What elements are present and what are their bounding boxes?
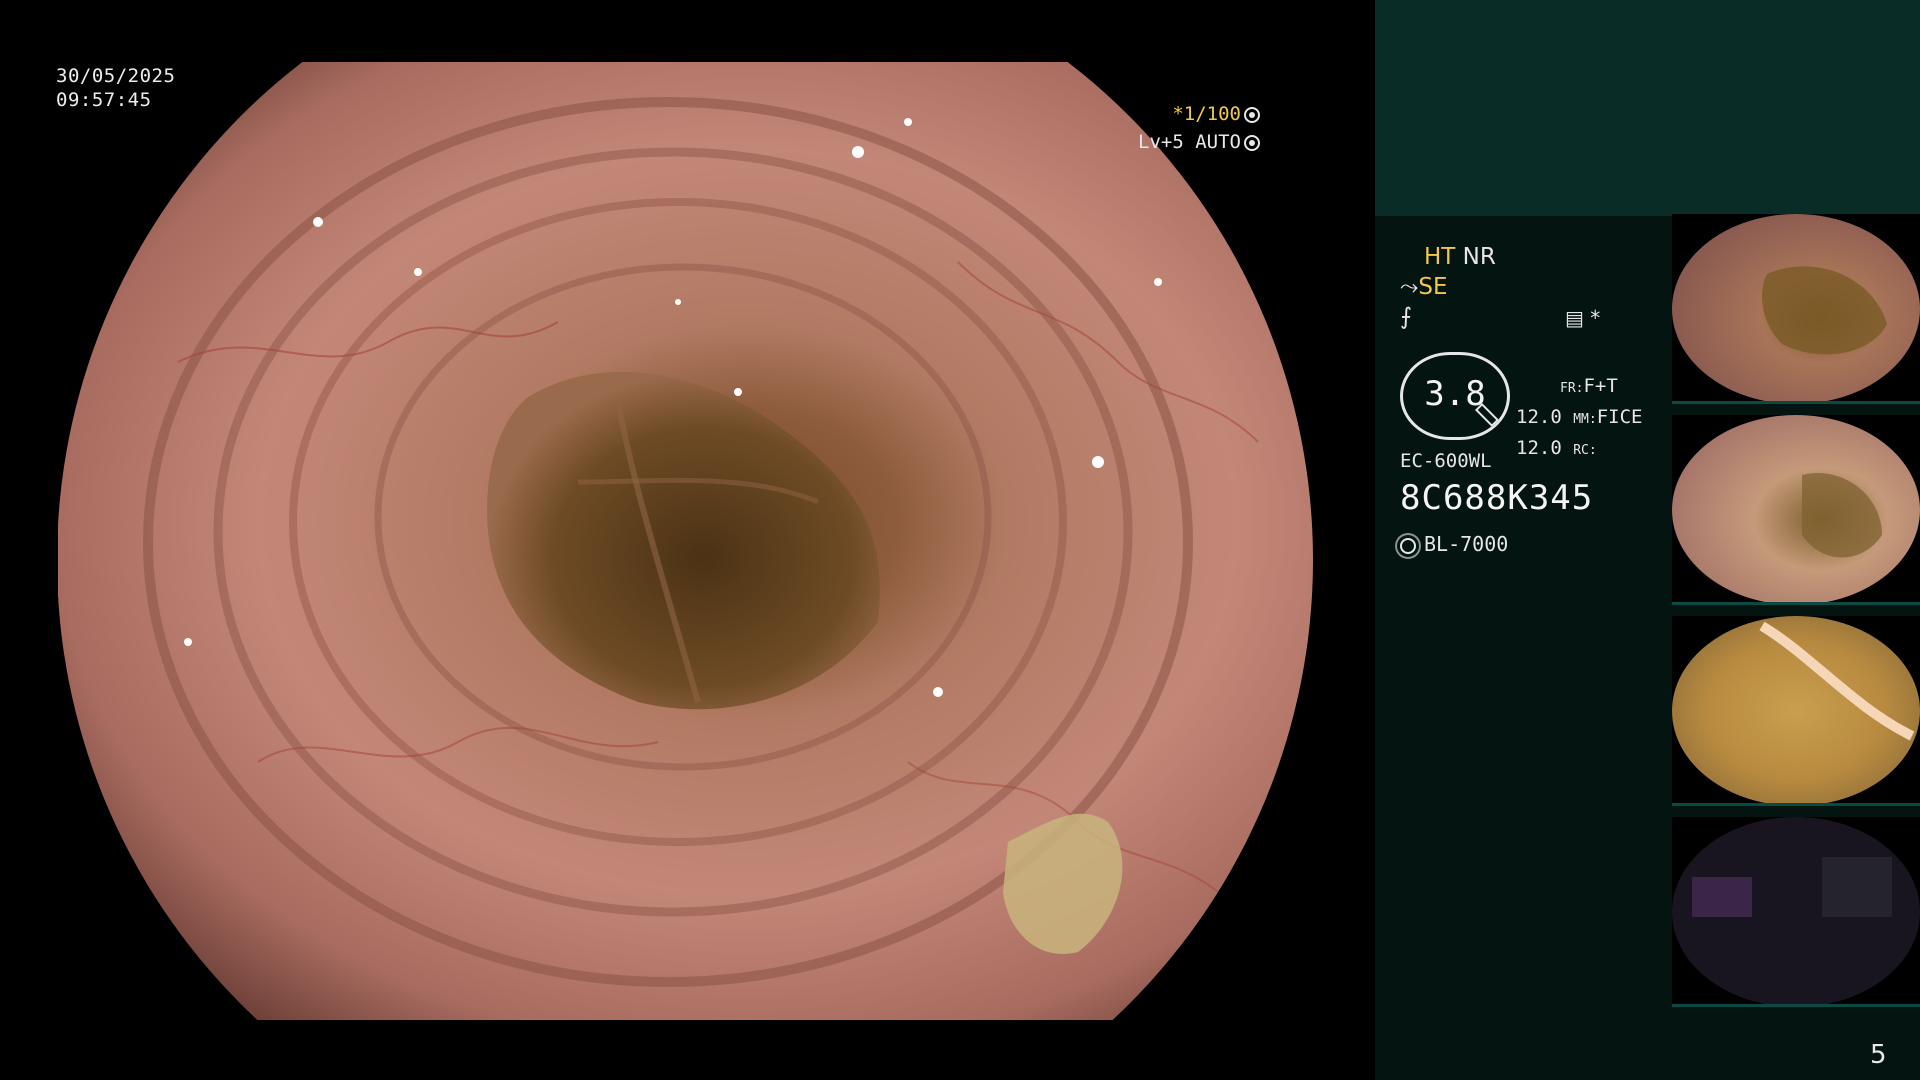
scope-icon: ⤳ — [1400, 274, 1419, 300]
ht-indicator: HT — [1424, 244, 1456, 270]
rc-label: RC: — [1573, 443, 1597, 458]
thumbnail-divider — [1672, 602, 1920, 605]
light-source-row: BL-7000 — [1400, 532, 1508, 556]
exposure-settings: *1/100 Lv+5 AUTO — [1138, 100, 1260, 156]
record-star: * — [1590, 306, 1601, 330]
thumbnail-divider — [1672, 401, 1920, 404]
shutter-icon — [1244, 107, 1260, 123]
bend-icon: ⨍ — [1400, 304, 1412, 330]
page-number: 5 — [1870, 1040, 1887, 1070]
endoscope-main-view — [58, 62, 1313, 1020]
mm-label: MM: — [1573, 412, 1597, 427]
capture-thumbnail[interactable] — [1672, 817, 1920, 1007]
capture-thumbnail[interactable] — [1672, 616, 1920, 806]
record-row: ▤ * — [1565, 306, 1600, 330]
scope-model: EC-600WL — [1400, 450, 1492, 472]
shutter-speed-text: *1/100 — [1172, 103, 1241, 125]
light-source-model: BL-7000 — [1424, 532, 1509, 556]
light-source-icon — [1400, 538, 1416, 554]
brightness-level-text: Lv+5 AUTO — [1138, 131, 1241, 153]
thumbnail-divider — [1672, 803, 1920, 806]
image-mode-row: HT NR — [1424, 244, 1496, 270]
fr-label: FR: — [1560, 381, 1584, 396]
capture-thumbnail[interactable] — [1672, 214, 1920, 404]
structure-enhance-row: ⤳SE — [1400, 274, 1448, 300]
mm-left-value: 12.0 — [1516, 406, 1562, 428]
date-text: 30/05/2025 — [56, 65, 176, 87]
info-panel-header — [1375, 0, 1920, 216]
bend-row: ⨍ — [1400, 304, 1412, 330]
record-icon: ▤ — [1565, 306, 1584, 330]
scope-serial-number: 8C688K345 — [1400, 478, 1594, 518]
capture-thumbnail[interactable] — [1672, 415, 1920, 605]
iris-icon — [1244, 135, 1260, 151]
mm-value: FICE — [1596, 406, 1643, 428]
fr-value: F+T — [1583, 375, 1618, 397]
processing-settings: FR:F+T 12.0 MM:FICE 12.0 RC: — [1516, 372, 1642, 465]
zoom-value: 3.8 — [1424, 374, 1486, 414]
rc-left-value: 12.0 — [1516, 437, 1562, 459]
nr-indicator: NR — [1462, 244, 1496, 270]
thumbnail-divider — [1672, 1004, 1920, 1007]
se-indicator: SE — [1418, 274, 1448, 300]
time-text: 09:57:45 — [56, 89, 152, 111]
date-time-display: 30/05/2025 09:57:45 — [56, 64, 175, 112]
